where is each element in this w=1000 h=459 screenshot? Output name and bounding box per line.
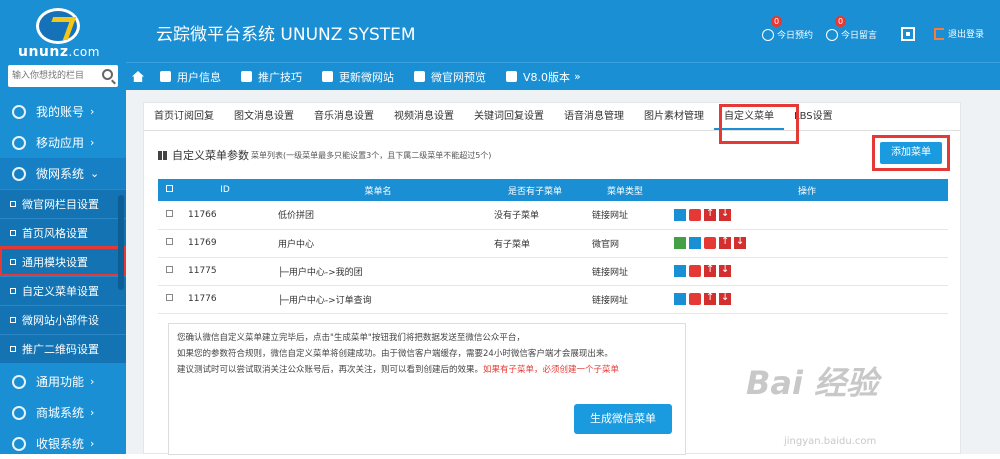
toolbar-preview[interactable]: 微官网预览 bbox=[404, 63, 496, 91]
tab-voice-message[interactable]: 语音消息管理 bbox=[554, 103, 634, 130]
bullet-icon bbox=[10, 201, 16, 207]
user-icon: 0 bbox=[762, 15, 782, 41]
search-input[interactable] bbox=[8, 65, 94, 87]
qrcode-icon[interactable] bbox=[901, 27, 915, 41]
bullet-icon bbox=[10, 346, 16, 352]
messages-button[interactable]: 0 今日留言 bbox=[826, 15, 877, 41]
row-checkbox[interactable] bbox=[158, 285, 180, 314]
logo-icon bbox=[36, 8, 80, 44]
edit-icon[interactable] bbox=[689, 237, 701, 249]
edit-icon[interactable] bbox=[674, 208, 686, 221]
sidebar-item-general[interactable]: 通用功能 › bbox=[0, 366, 126, 397]
sidebar-item-account[interactable]: 我的账号 › bbox=[0, 96, 126, 127]
grid-icon bbox=[158, 150, 167, 160]
submenu-item[interactable]: 推广二维码设置 bbox=[0, 334, 126, 363]
sidebar-item-mobile-apps[interactable]: 移动应用 › bbox=[0, 127, 126, 158]
move-down-icon[interactable] bbox=[719, 208, 731, 221]
menu-table: ID 菜单名 是否有子菜单 菜单类型 操作 11766 低价拼团 没有子菜单 链… bbox=[158, 179, 948, 314]
highlight-box bbox=[719, 104, 799, 144]
bullet-icon bbox=[10, 317, 16, 323]
tab-music-message[interactable]: 音乐消息设置 bbox=[304, 103, 384, 130]
layers-icon bbox=[506, 71, 517, 82]
logo-text: ununz.com bbox=[18, 44, 100, 60]
table-row: 11775 ├─用户中心->我的团 链接网址 bbox=[158, 257, 948, 286]
appointments-button[interactable]: 0 今日预约 bbox=[762, 15, 813, 41]
logout-button[interactable]: 退出登录 bbox=[934, 27, 984, 40]
edit-icon[interactable] bbox=[674, 293, 686, 305]
sidebar-search bbox=[8, 65, 118, 87]
bullet-icon bbox=[10, 288, 16, 294]
watermark-url: jingyan.baidu.com bbox=[784, 436, 877, 447]
globe-icon bbox=[12, 166, 26, 181]
highlight-box bbox=[872, 135, 950, 171]
sidebar-item-cashier[interactable]: 收银系统 › bbox=[0, 428, 126, 459]
tab-keyword-reply[interactable]: 关键词回复设置 bbox=[464, 103, 554, 130]
submenu-item[interactable]: 首页风格设置 bbox=[0, 218, 126, 247]
row-checkbox[interactable] bbox=[158, 257, 180, 286]
bullet-icon bbox=[10, 259, 16, 265]
top-header: 云踪微平台系统 UNUNZ SYSTEM 0 今日预约 0 今日留言 退出登录 bbox=[126, 0, 1000, 62]
watermark: Bai 经验 bbox=[746, 364, 879, 402]
row-checkbox[interactable] bbox=[158, 201, 180, 230]
delete-icon[interactable] bbox=[704, 237, 716, 249]
eye-icon bbox=[414, 71, 425, 82]
toolbar-version[interactable]: V8.0版本» bbox=[496, 63, 591, 91]
submenu-item[interactable]: 自定义菜单设置 bbox=[0, 276, 126, 305]
row-checkbox[interactable] bbox=[158, 229, 180, 258]
move-down-icon[interactable] bbox=[719, 292, 731, 305]
move-up-icon[interactable] bbox=[704, 292, 716, 305]
edit-icon[interactable] bbox=[674, 265, 686, 277]
notice-box: 您确认微信自定义菜单建立完毕后，点击"生成菜单"按钮我们将把数据发送至微信公众平… bbox=[168, 323, 686, 455]
tab-news-message[interactable]: 图文消息设置 bbox=[224, 103, 304, 130]
cart-icon bbox=[12, 405, 26, 420]
section-title: 自定义菜单参数 菜单列表(一级菜单最多只能设置3个，且下属二级菜单不能超过5个) bbox=[158, 147, 491, 163]
microsite-submenu: 微官网栏目设置 首页风格设置 通用模块设置 自定义菜单设置 微网站小部件设 推广… bbox=[0, 189, 127, 363]
submenu-item[interactable]: 微网站小部件设 bbox=[0, 305, 126, 334]
add-submenu-icon[interactable] bbox=[674, 237, 686, 249]
delete-icon[interactable] bbox=[689, 208, 701, 221]
sidebar: ununz.com 我的账号› 移动应用› 微网系统⌄ 微官网栏目设置 首页风格… bbox=[0, 0, 127, 454]
select-all-checkbox[interactable] bbox=[158, 179, 180, 201]
megaphone-icon bbox=[241, 71, 252, 82]
messages-badge: 0 bbox=[835, 15, 846, 27]
delete-icon[interactable] bbox=[689, 293, 701, 305]
page-title: 云踪微平台系统 UNUNZ SYSTEM bbox=[156, 25, 416, 45]
cart-icon bbox=[12, 436, 26, 451]
appointments-badge: 0 bbox=[771, 15, 782, 27]
tab-image-assets[interactable]: 图片素材管理 bbox=[634, 103, 714, 130]
move-up-icon[interactable] bbox=[704, 208, 716, 221]
logo[interactable]: ununz.com bbox=[0, 0, 126, 62]
play-icon bbox=[12, 374, 26, 389]
sidebar-item-microsite[interactable]: 微网系统 ⌄ bbox=[0, 158, 126, 189]
home-icon[interactable] bbox=[132, 71, 144, 82]
logout-icon bbox=[934, 27, 944, 40]
delete-icon[interactable] bbox=[689, 265, 701, 277]
apps-icon bbox=[12, 135, 26, 150]
move-up-icon[interactable] bbox=[704, 264, 716, 277]
table-row: 11766 低价拼团 没有子菜单 链接网址 bbox=[158, 201, 948, 230]
sidebar-item-shop[interactable]: 商城系统 › bbox=[0, 397, 126, 428]
toolbar-update-site[interactable]: 更新微网站 bbox=[312, 63, 404, 91]
generate-menu-button[interactable]: 生成微信菜单 bbox=[574, 404, 672, 434]
chat-icon: 0 bbox=[826, 15, 846, 41]
submenu-item[interactable]: 微官网栏目设置 bbox=[0, 189, 126, 218]
move-down-icon[interactable] bbox=[719, 264, 731, 277]
bullet-icon bbox=[10, 230, 16, 236]
move-down-icon[interactable] bbox=[734, 236, 746, 249]
tab-subscribe-reply[interactable]: 首页订阅回复 bbox=[144, 103, 224, 130]
tab-video-message[interactable]: 视频消息设置 bbox=[384, 103, 464, 130]
toolbar: 用户信息 推广技巧 更新微网站 微官网预览 V8.0版本» bbox=[126, 62, 1000, 90]
tab-bar: 首页订阅回复 图文消息设置 音乐消息设置 视频消息设置 关键词回复设置 语音消息… bbox=[144, 103, 960, 131]
toolbar-user-info[interactable]: 用户信息 bbox=[150, 63, 231, 91]
sidebar-scrollbar[interactable] bbox=[118, 195, 124, 290]
submenu-item-active[interactable]: 通用模块设置 bbox=[0, 246, 127, 277]
refresh-icon bbox=[322, 71, 333, 82]
table-row: 11769 用户中心 有子菜单 微官网 bbox=[158, 229, 948, 258]
move-up-icon[interactable] bbox=[719, 236, 731, 249]
user-icon bbox=[12, 104, 26, 119]
user-icon bbox=[160, 71, 171, 82]
toolbar-promo-tips[interactable]: 推广技巧 bbox=[231, 63, 312, 91]
search-icon[interactable] bbox=[102, 69, 113, 80]
table-row: 11776 ├─用户中心->订单查询 链接网址 bbox=[158, 285, 948, 314]
